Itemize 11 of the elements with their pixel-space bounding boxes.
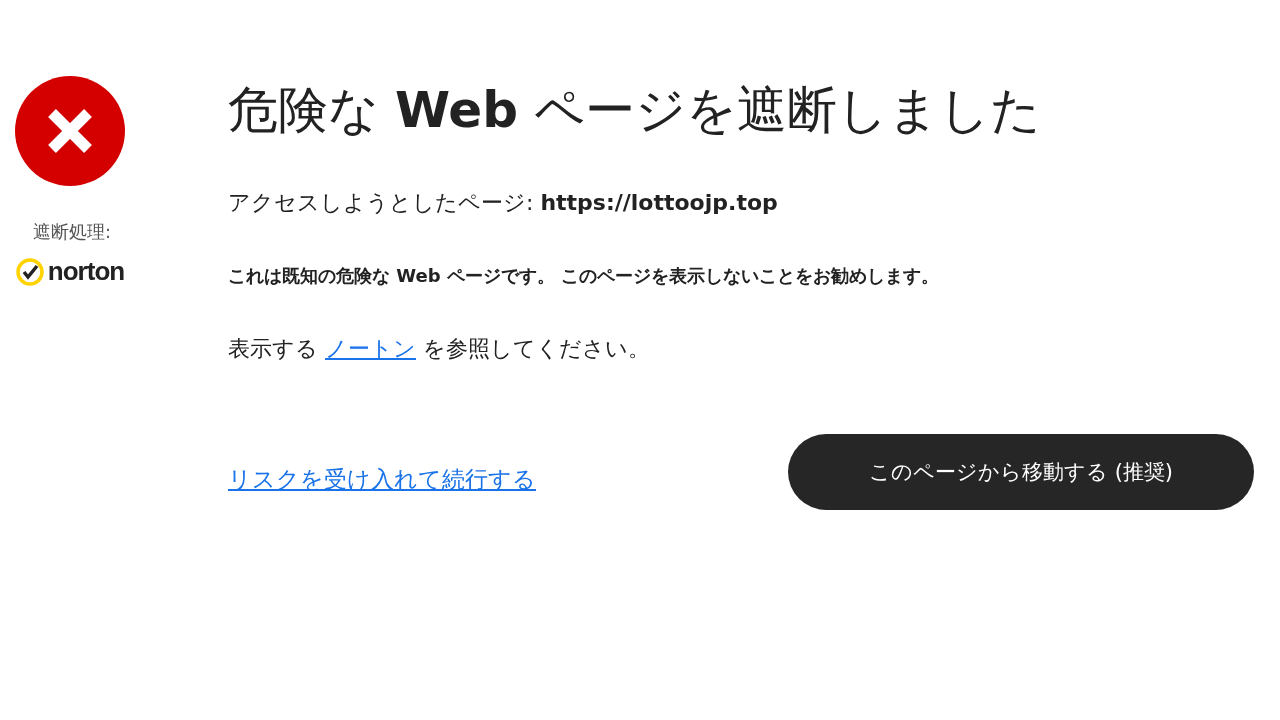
check-icon: [15, 257, 44, 286]
info-text: 表示する ノートン を参照してください。: [228, 335, 651, 363]
norton-link[interactable]: ノートン: [325, 336, 416, 361]
error-icon: [15, 76, 125, 186]
brand-name: norton: [47, 256, 125, 287]
proceed-link[interactable]: リスクを受け入れて続行する: [228, 463, 536, 495]
leave-page-button[interactable]: このページから移動する (推奨): [788, 434, 1254, 510]
blocked-by-label: 遮断処理:: [32, 220, 112, 244]
warning-text: これは既知の危険な Web ページです。 このページを表示しないことをお勧めします。: [228, 264, 941, 288]
page-title: 危険な Web ページを遮断しました: [228, 80, 1042, 141]
visited-url-text: アクセスしようとしたページ: https://lottoojp.top: [228, 189, 779, 217]
